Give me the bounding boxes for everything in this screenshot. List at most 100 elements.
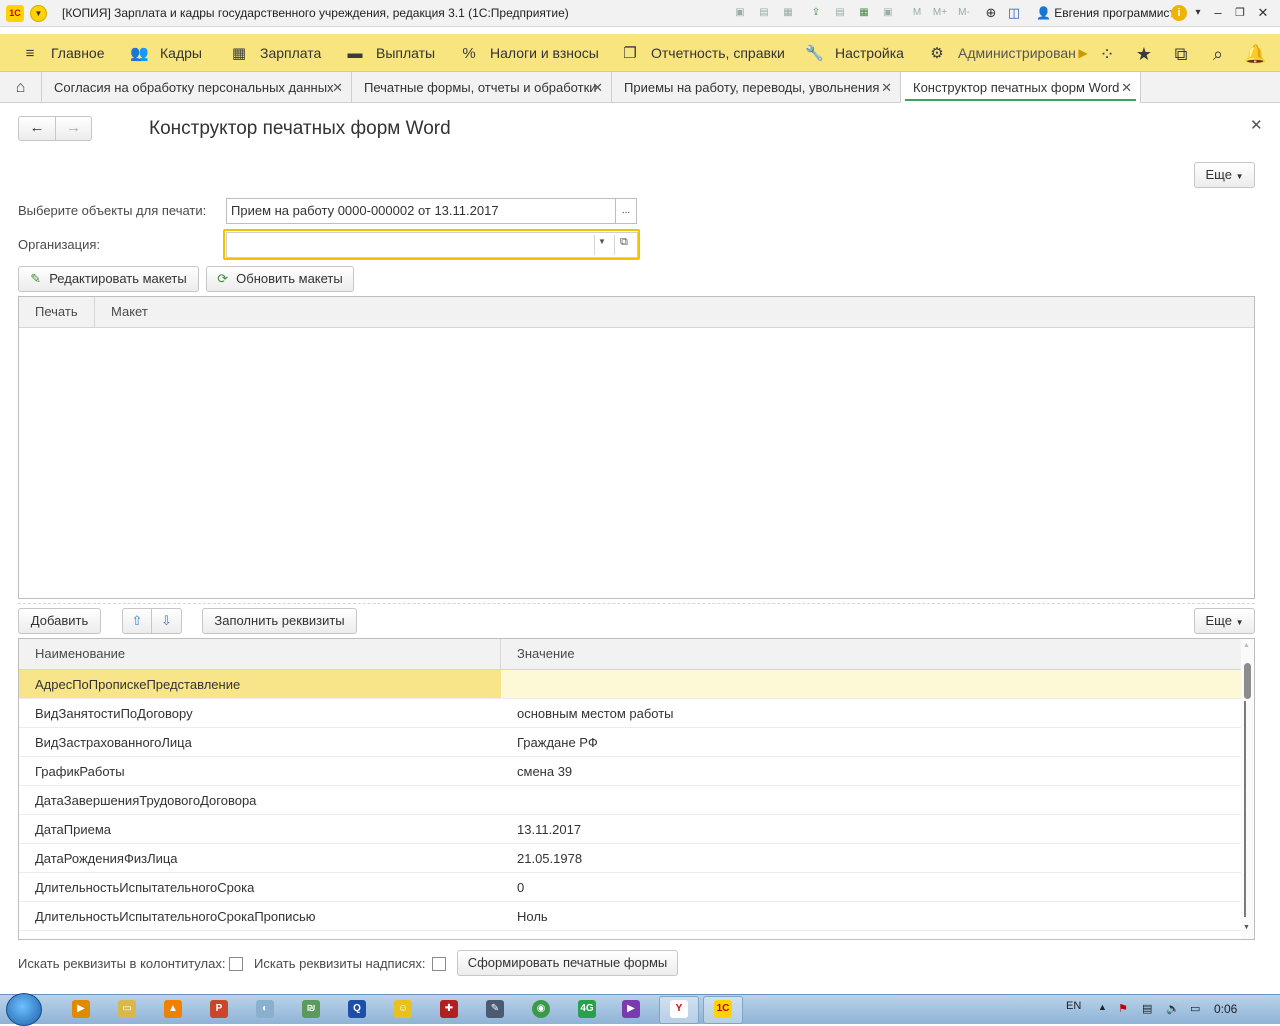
objects-field[interactable]: Прием на работу 0000-000002 от 13.11.201…	[226, 198, 616, 224]
menu-item-main[interactable]: ≡ Главное	[21, 34, 105, 72]
tab-consents[interactable]: Согласия на обработку персональных данны…	[42, 72, 352, 103]
table-row[interactable]: АдресПоПропискеПредставление	[19, 670, 1241, 699]
tray-network-icon[interactable]: ▤	[1142, 1002, 1152, 1015]
menu-item-payments[interactable]: ▬ Выплаты	[346, 34, 436, 72]
panel-icon[interactable]: ◫	[1007, 6, 1021, 20]
player-icon[interactable]: ▶	[622, 1000, 640, 1018]
yandex-icon[interactable]: Y	[670, 1000, 688, 1018]
explorer-icon[interactable]: ▭	[118, 1000, 136, 1018]
tray-device-icon[interactable]: ▭	[1190, 1002, 1200, 1015]
more-button[interactable]: Еще ▼	[1194, 608, 1255, 634]
edit-templates-button[interactable]: ✎ Редактировать макеты	[18, 266, 199, 292]
chrome-icon[interactable]: ◉	[532, 1000, 550, 1018]
memory-plus-icon[interactable]: M+	[930, 6, 950, 20]
dropdown-arrow-icon[interactable]: ▼	[598, 237, 606, 246]
calendar-icon[interactable]: ▣	[881, 6, 895, 20]
tab-print-forms[interactable]: Печатные формы, отчеты и обработки ✕	[352, 72, 612, 103]
fill-attributes-button[interactable]: Заполнить реквизиты	[202, 608, 357, 634]
column-header-template[interactable]: Макет	[95, 297, 175, 327]
templates-table[interactable]: Печать Макет	[18, 296, 1255, 599]
zoom-icon[interactable]: ⊕	[984, 6, 998, 20]
open-link-icon[interactable]: ⧉	[620, 236, 628, 249]
home-icon[interactable]: ⌂	[0, 72, 42, 103]
menu-item-hr[interactable]: 👥 Кадры	[130, 34, 202, 72]
restore-icon[interactable]: ❐	[1231, 4, 1249, 22]
table-row[interactable]: ДлительностьИспытательногоСрокаПрописью Н…	[19, 902, 1241, 931]
media-icon[interactable]: ▶	[72, 1000, 90, 1018]
app-icon[interactable]: ₪	[302, 1000, 320, 1018]
menu-item-admin[interactable]: ⚙ Администрирован	[928, 34, 1076, 72]
forward-arrow-icon[interactable]: →	[55, 116, 92, 141]
start-button-icon[interactable]	[6, 993, 42, 1026]
scroll-up-arrow-icon[interactable]: ▲	[1243, 642, 1250, 649]
splitter[interactable]	[18, 603, 1255, 604]
table-row[interactable]: ДатаЗавершенияТрудовогоДоговора	[19, 786, 1241, 815]
export-icon[interactable]: ⇪	[809, 6, 823, 20]
table-row[interactable]: ВидЗастрахованногоЛица Граждане РФ	[19, 728, 1241, 757]
1c-icon[interactable]: 1С	[714, 1000, 732, 1018]
tray-expand-icon[interactable]: ▲	[1098, 1002, 1107, 1012]
user-name[interactable]: 👤 Евгения программист	[1036, 6, 1175, 20]
menu-item-taxes[interactable]: % Налоги и взносы	[460, 34, 599, 72]
close-tab-icon[interactable]: ✕	[592, 72, 603, 103]
table-row[interactable]: ВидЗанятостиПоДоговору основным местом ра…	[19, 699, 1241, 728]
history-icon[interactable]: ⧉	[1170, 43, 1192, 65]
move-up-icon[interactable]: ⇧	[122, 608, 152, 634]
info-icon[interactable]: i	[1171, 5, 1187, 21]
minimize-icon[interactable]: –	[1209, 4, 1227, 22]
favorites-star-icon[interactable]: ★	[1133, 43, 1155, 65]
attributes-table[interactable]: Наименование Значение АдресПоПропискеПре…	[18, 638, 1255, 940]
messenger-icon[interactable]: ☺	[394, 1000, 412, 1018]
table-row[interactable]: ДатаПриема 13.11.2017	[19, 815, 1241, 844]
search-headers-checkbox[interactable]	[229, 957, 243, 971]
table-row[interactable]: ГрафикРаботы смена 39	[19, 757, 1241, 786]
search-captions-checkbox[interactable]	[432, 957, 446, 971]
tray-security-icon[interactable]: ⚑	[1118, 1002, 1128, 1015]
column-header-value[interactable]: Значение	[501, 639, 1241, 669]
tool-icon[interactable]: ◐	[256, 1000, 274, 1018]
close-tab-icon[interactable]: ✕	[332, 72, 343, 103]
notifications-bell-icon[interactable]: 🔔	[1244, 43, 1266, 65]
menu-item-settings[interactable]: 🔧 Настройка	[805, 34, 904, 72]
search-icon[interactable]: ⌕	[1207, 43, 1229, 65]
add-button[interactable]: Добавить	[18, 608, 101, 634]
table-row[interactable]: ДатаРожденияФизЛица 21.05.1978	[19, 844, 1241, 873]
apps-grid-icon[interactable]: ⁘	[1096, 43, 1118, 65]
save-icon[interactable]: ▣	[733, 6, 747, 20]
table-row[interactable]: ДлительностьИспытательногоСрока 0	[19, 873, 1241, 902]
powerpoint-icon[interactable]: P	[210, 1000, 228, 1018]
close-form-icon[interactable]: ✕	[1250, 116, 1263, 134]
scroll-down-arrow-icon[interactable]: ▼	[1243, 924, 1250, 931]
clock[interactable]: 0:06	[1214, 1002, 1237, 1016]
menu-scroll-right-icon[interactable]: ▶	[1072, 42, 1094, 64]
language-indicator[interactable]: EN	[1066, 1000, 1081, 1012]
memory-minus-icon[interactable]: M-	[954, 6, 974, 20]
game-icon[interactable]: ✚	[440, 1000, 458, 1018]
tab-word-constructor[interactable]: Конструктор печатных форм Word ✕	[901, 72, 1141, 103]
document-icon[interactable]: ▤	[833, 6, 847, 20]
close-tab-icon[interactable]: ✕	[1121, 72, 1132, 103]
organization-field[interactable]	[226, 232, 638, 258]
editor-icon[interactable]: ✎	[486, 1000, 504, 1018]
move-down-icon[interactable]: ⇩	[151, 608, 182, 634]
close-window-icon[interactable]: ✕	[1254, 4, 1272, 22]
print-icon[interactable]: ▤	[757, 6, 771, 20]
tray-volume-icon[interactable]: 🔊	[1166, 1002, 1180, 1015]
vlc-icon[interactable]: ▲	[164, 1000, 182, 1018]
vertical-scrollbar[interactable]: ▲ ▼	[1241, 639, 1254, 939]
preview-icon[interactable]: ▦	[781, 6, 795, 20]
4g-icon[interactable]: 4G	[578, 1000, 596, 1018]
back-arrow-icon[interactable]: ←	[18, 116, 56, 141]
qip-icon[interactable]: Q	[348, 1000, 366, 1018]
scrollbar-thumb[interactable]	[1244, 663, 1251, 699]
menu-item-salary[interactable]: ▦ Зарплата	[230, 34, 321, 72]
chevron-down-icon[interactable]: ▾	[1189, 4, 1207, 22]
column-header-print[interactable]: Печать	[19, 297, 95, 327]
generate-print-forms-button[interactable]: Сформировать печатные формы	[457, 950, 678, 976]
spreadsheet-icon[interactable]: ▦	[857, 6, 871, 20]
memory-m-icon[interactable]: M	[910, 6, 924, 20]
column-header-name[interactable]: Наименование	[19, 639, 501, 669]
more-button[interactable]: Еще ▼	[1194, 162, 1255, 188]
refresh-templates-button[interactable]: ⟳ Обновить макеты	[206, 266, 354, 292]
menu-item-reports[interactable]: ❐ Отчетность, справки	[621, 34, 785, 72]
